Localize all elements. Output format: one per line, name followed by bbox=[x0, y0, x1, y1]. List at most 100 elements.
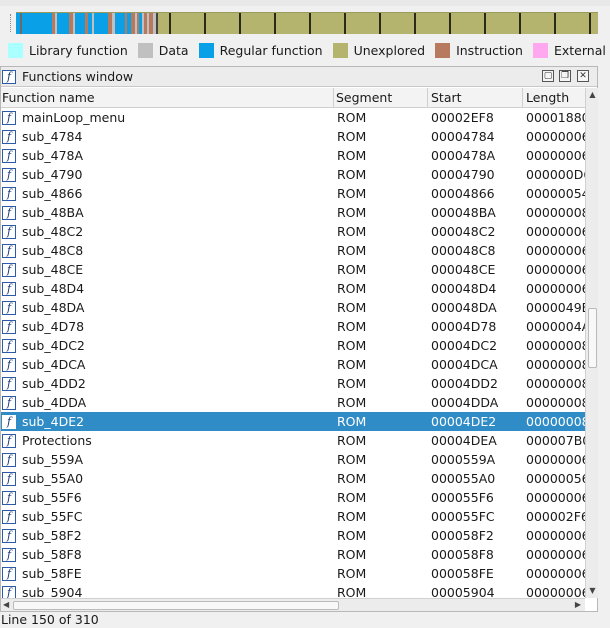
function-name-cell[interactable]: f sub_48C2 bbox=[1, 222, 334, 241]
function-name-cell[interactable]: f sub_58F8 bbox=[1, 545, 334, 564]
horizontal-scrollbar[interactable]: ◀ ▶ bbox=[1, 598, 585, 611]
function-name-cell[interactable]: f sub_4784 bbox=[1, 127, 334, 146]
segment-cell: ROM bbox=[337, 509, 367, 524]
function-name-cell[interactable]: f mainLoop_menu bbox=[1, 108, 334, 127]
start-address-cell: 00004DE2 bbox=[431, 414, 497, 429]
table-row[interactable]: f sub_5904 ROM 00005904 00000006 bbox=[1, 583, 585, 598]
table-row[interactable]: f sub_4DDA ROM 00004DDA 00000008 bbox=[1, 393, 585, 412]
horizontal-scroll-thumb[interactable] bbox=[13, 601, 339, 610]
function-icon: f bbox=[2, 490, 16, 505]
function-name-cell[interactable]: f sub_55FC bbox=[1, 507, 334, 526]
table-row[interactable]: f sub_4866 ROM 00004866 00000054 bbox=[1, 184, 585, 203]
table-row[interactable]: f sub_58F2 ROM 000058F2 00000006 bbox=[1, 526, 585, 545]
table-row[interactable]: f sub_48C8 ROM 000048C8 00000006 bbox=[1, 241, 585, 260]
column-header-function-name[interactable]: Function name bbox=[1, 88, 334, 108]
length-cell: 00000008 bbox=[526, 395, 585, 410]
table-row[interactable]: f sub_4DE2 ROM 00004DE2 00000008 bbox=[1, 412, 585, 431]
function-name-cell[interactable]: f sub_48BA bbox=[1, 203, 334, 222]
function-name-cell[interactable]: f sub_4DD2 bbox=[1, 374, 334, 393]
float-window-icon[interactable]: ▢ bbox=[542, 70, 554, 82]
table-row[interactable]: f sub_48C2 ROM 000048C2 00000006 bbox=[1, 222, 585, 241]
function-name-cell[interactable]: f sub_4DC2 bbox=[1, 336, 334, 355]
table-row[interactable]: f sub_58F8 ROM 000058F8 00000006 bbox=[1, 545, 585, 564]
column-header-length[interactable]: Length bbox=[523, 88, 585, 108]
function-name-cell[interactable]: f sub_58F2 bbox=[1, 526, 334, 545]
start-address-cell: 000048DA bbox=[431, 300, 497, 315]
table-row[interactable]: f sub_48DA ROM 000048DA 0000049E bbox=[1, 298, 585, 317]
toolbar-grip-handle[interactable] bbox=[10, 14, 14, 32]
table-row[interactable]: f sub_4DD2 ROM 00004DD2 00000008 bbox=[1, 374, 585, 393]
table-row[interactable]: f sub_48CE ROM 000048CE 00000006 bbox=[1, 260, 585, 279]
function-name-cell[interactable]: f sub_48CE bbox=[1, 260, 334, 279]
column-header-start[interactable]: Start bbox=[428, 88, 523, 108]
table-row[interactable]: f sub_48D4 ROM 000048D4 00000006 bbox=[1, 279, 585, 298]
scroll-down-arrow-icon[interactable]: ▼ bbox=[587, 586, 598, 596]
function-name-cell[interactable]: f sub_4DE2 bbox=[1, 412, 334, 431]
scroll-up-arrow-icon[interactable]: ▲ bbox=[587, 90, 598, 100]
length-cell: 00000006 bbox=[526, 566, 585, 581]
function-name-cell[interactable]: f sub_5904 bbox=[1, 583, 334, 598]
table-row[interactable]: f sub_55A0 ROM 000055A0 00000056 bbox=[1, 469, 585, 488]
function-name-cell[interactable]: f sub_4DCA bbox=[1, 355, 334, 374]
function-name-cell[interactable]: f sub_48C8 bbox=[1, 241, 334, 260]
function-icon: f bbox=[2, 148, 16, 163]
function-name: Protections bbox=[22, 433, 92, 448]
segment-cell: ROM bbox=[337, 224, 367, 239]
column-header-segment[interactable]: Segment bbox=[334, 88, 428, 108]
function-name-cell[interactable]: f sub_55A0 bbox=[1, 469, 334, 488]
function-name: sub_48D4 bbox=[22, 281, 85, 296]
table-row[interactable]: f mainLoop_menu ROM 00002EF8 00001880 bbox=[1, 108, 585, 127]
function-name-cell[interactable]: f Protections bbox=[1, 431, 334, 450]
legend-swatch bbox=[532, 42, 548, 58]
table-row[interactable]: f sub_4790 ROM 00004790 000000D6 bbox=[1, 165, 585, 184]
function-name: sub_58F2 bbox=[22, 528, 82, 543]
legend-swatch bbox=[435, 42, 451, 58]
function-name: sub_48CE bbox=[22, 262, 84, 277]
function-name-cell[interactable]: f sub_4D78 bbox=[1, 317, 334, 336]
function-name-cell[interactable]: f sub_55F6 bbox=[1, 488, 334, 507]
function-name-cell[interactable]: f sub_48D4 bbox=[1, 279, 334, 298]
function-name-cell[interactable]: f sub_48DA bbox=[1, 298, 334, 317]
scroll-right-arrow-icon[interactable]: ▶ bbox=[575, 600, 581, 609]
length-cell: 00000054 bbox=[526, 186, 585, 201]
function-name: sub_4DC2 bbox=[22, 338, 85, 353]
function-name-cell[interactable]: f sub_58FE bbox=[1, 564, 334, 583]
function-name-cell[interactable]: f sub_478A bbox=[1, 146, 334, 165]
function-name-cell[interactable]: f sub_559A bbox=[1, 450, 334, 469]
table-row[interactable]: f sub_559A ROM 0000559A 00000006 bbox=[1, 450, 585, 469]
function-icon: f bbox=[2, 300, 16, 315]
restore-window-icon[interactable]: ❐ bbox=[559, 70, 571, 82]
legend-label: Unexplored bbox=[353, 42, 426, 58]
table-row[interactable]: f sub_4DCA ROM 00004DCA 00000008 bbox=[1, 355, 585, 374]
close-window-icon[interactable]: ✕ bbox=[577, 70, 589, 82]
length-cell: 00000008 bbox=[526, 338, 585, 353]
table-row[interactable]: f sub_48BA ROM 000048BA 00000008 bbox=[1, 203, 585, 222]
legend-label: Instruction bbox=[456, 42, 523, 58]
function-name-cell[interactable]: f sub_4790 bbox=[1, 165, 334, 184]
scroll-left-arrow-icon[interactable]: ◀ bbox=[3, 600, 9, 609]
function-icon: f bbox=[2, 414, 16, 429]
function-icon: f bbox=[2, 338, 16, 353]
table-row[interactable]: f sub_58FE ROM 000058FE 00000006 bbox=[1, 564, 585, 583]
length-cell: 00000006 bbox=[526, 547, 585, 562]
table-row[interactable]: f sub_55F6 ROM 000055F6 00000006 bbox=[1, 488, 585, 507]
start-address-cell: 00004DC2 bbox=[431, 338, 498, 353]
legend-item: Data bbox=[137, 40, 189, 60]
table-row[interactable]: f sub_4DC2 ROM 00004DC2 00000008 bbox=[1, 336, 585, 355]
table-row[interactable]: f sub_4784 ROM 00004784 00000006 bbox=[1, 127, 585, 146]
vertical-scroll-thumb[interactable] bbox=[588, 308, 597, 368]
navigation-band[interactable] bbox=[16, 12, 598, 34]
segment-cell: ROM bbox=[337, 243, 367, 258]
function-icon: f bbox=[2, 357, 16, 372]
table-row[interactable]: f sub_478A ROM 0000478A 00000006 bbox=[1, 146, 585, 165]
table-row[interactable]: f sub_55FC ROM 000055FC 000002F6 bbox=[1, 507, 585, 526]
start-address-cell: 00004DEA bbox=[431, 433, 497, 448]
start-address-cell: 000048D4 bbox=[431, 281, 497, 296]
table-row[interactable]: f sub_4D78 ROM 00004D78 0000004A bbox=[1, 317, 585, 336]
table-row[interactable]: f Protections ROM 00004DEA 000007B0 bbox=[1, 431, 585, 450]
function-name-cell[interactable]: f sub_4866 bbox=[1, 184, 334, 203]
function-name-cell[interactable]: f sub_4DDA bbox=[1, 393, 334, 412]
function-name: sub_55F6 bbox=[22, 490, 82, 505]
segment-cell: ROM bbox=[337, 471, 367, 486]
vertical-scrollbar[interactable]: ▲ ▼ bbox=[585, 88, 598, 598]
